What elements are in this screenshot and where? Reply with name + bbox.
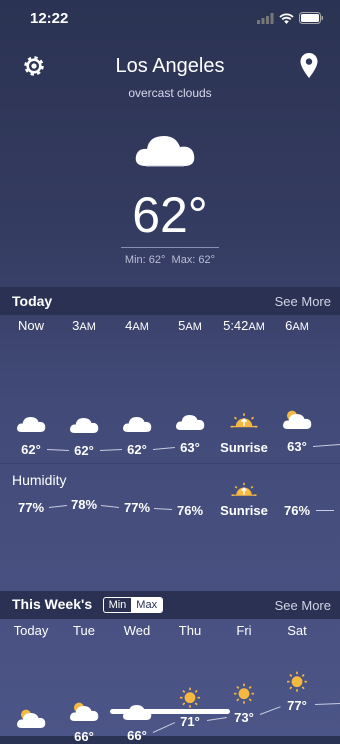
humidity-value: Sunrise	[220, 503, 268, 518]
humidity-label: Humidity	[12, 472, 67, 488]
day-name: Fri	[236, 623, 252, 638]
hour-meridiem: AM	[248, 321, 265, 333]
sun-icon	[180, 687, 200, 708]
hour-label: Now	[7, 318, 55, 333]
cloudy-night-icon	[70, 413, 99, 433]
week-header: This Week's Min Max See More	[0, 591, 340, 619]
day-icon-wrap	[229, 680, 259, 709]
sunrise-icon	[230, 413, 258, 428]
humidity-value: 76%	[176, 503, 204, 518]
day-icon-wrap	[69, 699, 99, 728]
weather-condition: overcast clouds	[128, 86, 212, 100]
max-temp: Max: 62°	[171, 254, 216, 266]
current-temperature: 62°	[132, 187, 208, 243]
section-divider	[0, 463, 340, 464]
day-name: Today	[13, 623, 49, 638]
toggle-min[interactable]: Min	[104, 598, 132, 612]
hour-meridiem: AM	[292, 321, 309, 333]
humidity-value: 76%	[283, 503, 311, 518]
humidity-sunrise-icon-wrap	[230, 478, 258, 505]
cloudy-night-icon	[17, 412, 46, 432]
hour-icon-wrap	[282, 407, 312, 436]
toggle-max[interactable]: Max	[131, 597, 163, 612]
min-temp: Min: 62°	[124, 254, 166, 266]
hour-label: 4AM	[113, 318, 161, 333]
week-title-group: This Week's Min Max	[12, 596, 164, 614]
hour-icon-wrap	[16, 410, 46, 439]
day-temperature: 66°	[74, 729, 94, 744]
temperature-divider	[121, 247, 219, 248]
wifi-icon	[279, 12, 294, 24]
cloudy-night-icon	[135, 126, 204, 167]
sun-icon	[287, 671, 307, 692]
status-icons	[257, 12, 324, 24]
cloud-icon	[123, 417, 152, 432]
day-icon-wrap	[282, 668, 312, 697]
sun-icon	[234, 683, 254, 704]
cloudy-day-icon	[70, 702, 99, 721]
today-title: Today	[12, 293, 53, 309]
day-icon-wrap	[16, 706, 46, 735]
hour-icon-wrap	[229, 408, 259, 437]
hour-label: 5:42AM	[220, 318, 268, 333]
city-name[interactable]: Los Angeles	[0, 55, 340, 78]
hour-label: 5AM	[166, 318, 214, 333]
home-indicator[interactable]	[110, 709, 230, 714]
hour-value: 5:42	[223, 318, 249, 333]
cloudy-day-icon	[17, 709, 46, 728]
cellular-signal-icon	[257, 12, 274, 24]
partly-cloudy-day-icon	[283, 410, 312, 429]
min-max-temperature: Min: 62° Max: 62°	[0, 254, 340, 266]
day-name: Thu	[178, 623, 202, 638]
hour-icon-wrap	[175, 408, 205, 437]
hour-label: 3AM	[60, 318, 108, 333]
humidity-value: 77%	[17, 500, 45, 515]
day-name: Wed	[123, 623, 151, 638]
hour-meridiem: AM	[132, 321, 149, 333]
hour-label: 6AM	[273, 318, 321, 333]
day-name: Tue	[73, 623, 95, 638]
hour-meridiem: AM	[185, 321, 202, 333]
today-header: Today See More	[0, 287, 340, 315]
day-name: Sat	[287, 623, 307, 638]
hour-icon-wrap	[69, 411, 99, 440]
today-see-more-link[interactable]: See More	[275, 294, 331, 309]
hour-icon-wrap	[122, 410, 152, 439]
hour-value: Now	[17, 318, 44, 333]
min-max-toggle[interactable]: Min Max	[102, 596, 164, 613]
status-time: 12:22	[30, 10, 69, 27]
humidity-trend-line	[316, 510, 334, 511]
week-trend-line	[314, 703, 340, 705]
cloud-icon	[176, 415, 205, 430]
week-see-more-link[interactable]: See More	[275, 598, 331, 613]
week-title: This Week's	[12, 596, 93, 612]
sunrise-icon	[231, 482, 257, 496]
battery-icon	[299, 12, 323, 24]
hour-meridiem: AM	[79, 321, 96, 333]
hour-temperature: Sunrise	[220, 440, 268, 455]
